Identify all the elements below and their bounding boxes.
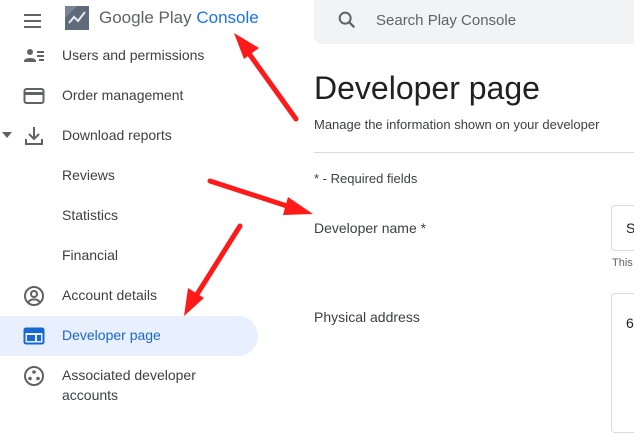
hamburger-menu-icon[interactable] bbox=[22, 11, 46, 31]
sidebar-item-order-management[interactable]: Order management bbox=[0, 76, 258, 116]
brand-console: Console bbox=[196, 8, 259, 27]
sidebar-item-label: Associated developer bbox=[62, 367, 196, 383]
sidebar-item-financial[interactable]: Financial bbox=[0, 236, 258, 276]
sidebar-item-label: Download reports bbox=[62, 127, 172, 143]
page-title: Developer page bbox=[314, 70, 540, 106]
account-circle-icon bbox=[24, 286, 44, 306]
web-page-icon bbox=[23, 327, 45, 345]
search-input[interactable] bbox=[376, 10, 616, 30]
sidebar-item-statistics[interactable]: Statistics bbox=[0, 196, 258, 236]
developer-name-hint: This bbox=[612, 257, 633, 269]
developer-name-field[interactable]: S bbox=[611, 205, 634, 251]
page-description: Manage the information shown on your dev… bbox=[314, 117, 600, 132]
sidebar-item-users-and-permissions[interactable]: Users and permissions bbox=[0, 36, 258, 76]
developer-name-value: S bbox=[626, 220, 634, 236]
sidebar-item-developer-page[interactable]: Developer page bbox=[0, 316, 258, 356]
sidebar-item-label: Reviews bbox=[62, 167, 115, 183]
sidebar-item-label: Developer page bbox=[62, 327, 161, 343]
sidebar-item-reviews[interactable]: Reviews bbox=[0, 156, 258, 196]
sidebar-item-associated-developer-accounts[interactable]: Associated developer accounts bbox=[0, 356, 258, 404]
sidebar-item-download-reports[interactable]: Download reports bbox=[0, 116, 258, 156]
brand-google-play: Google Play bbox=[99, 8, 192, 27]
sidebar-item-label: Financial bbox=[62, 247, 119, 263]
play-console-logo-icon bbox=[65, 6, 89, 30]
sidebar-item-label: Order management bbox=[62, 87, 184, 103]
developer-name-label: Developer name * bbox=[314, 220, 427, 236]
users-icon bbox=[24, 49, 44, 62]
credit-card-icon bbox=[23, 88, 45, 104]
physical-address-field[interactable]: 6 bbox=[611, 293, 634, 433]
sidebar-item-label-line2: accounts bbox=[62, 387, 119, 403]
sidebar-item-label: Account details bbox=[62, 287, 157, 303]
required-fields-note: * - Required fields bbox=[314, 171, 418, 186]
expand-caret-icon[interactable] bbox=[2, 132, 12, 138]
sidebar-item-account-details[interactable]: Account details bbox=[0, 276, 258, 316]
divider bbox=[314, 152, 634, 153]
sidebar-item-label: Statistics bbox=[62, 207, 119, 223]
associated-accounts-icon bbox=[24, 366, 44, 386]
sidebar-item-label: Users and permissions bbox=[62, 47, 205, 63]
search-icon[interactable] bbox=[336, 9, 358, 31]
physical-address-label: Physical address bbox=[314, 309, 420, 325]
app-title[interactable]: Google Play Console bbox=[99, 8, 259, 28]
physical-address-value: 6 bbox=[626, 315, 634, 331]
download-icon bbox=[25, 127, 43, 145]
